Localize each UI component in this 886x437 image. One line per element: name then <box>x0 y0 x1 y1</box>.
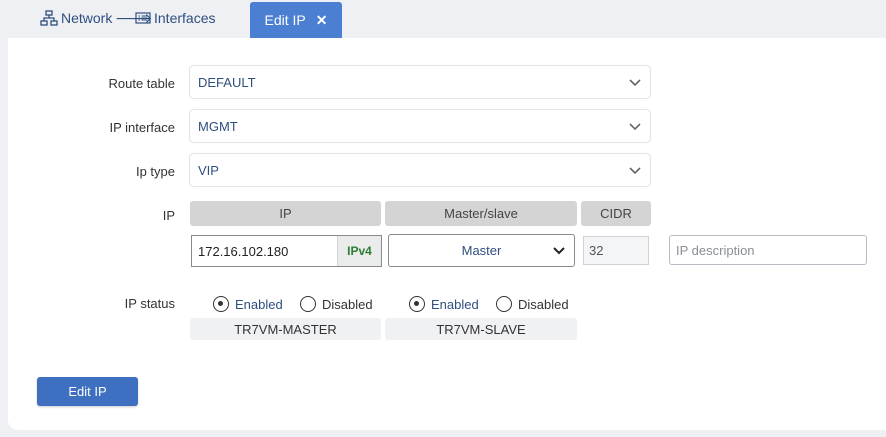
ip-version-badge: IPv4 <box>337 236 381 266</box>
master-slave-select[interactable]: Master <box>388 234 575 267</box>
tab-edit-ip-label: Edit IP <box>264 12 306 28</box>
chevron-down-icon <box>629 123 641 131</box>
tab-edit-ip[interactable]: Edit IP ✕ <box>250 2 342 38</box>
edit-ip-panel: Route table DEFAULT IP interface MGMT Ip… <box>8 38 886 430</box>
close-icon[interactable]: ✕ <box>316 12 328 29</box>
route-table-value: DEFAULT <box>198 74 256 90</box>
ip-type-label: Ip type <box>135 164 175 179</box>
cidr-value: 32 <box>589 243 604 258</box>
radio-unchecked-icon <box>496 296 512 312</box>
ip-column-header: IP <box>190 201 381 226</box>
chevron-down-icon <box>629 79 641 87</box>
master-slave-value: Master <box>461 243 502 258</box>
master-disabled-radio[interactable]: Disabled <box>300 296 373 312</box>
ip-address-input[interactable]: 172.16.102.180 IPv4 <box>191 235 382 267</box>
ip-address-value: 172.16.102.180 <box>198 243 289 259</box>
node-name-master: TR7VM-MASTER <box>190 318 381 340</box>
edit-ip-submit-button[interactable]: Edit IP <box>37 377 138 406</box>
top-bar: Network 🡒 Interfaces Edit IP ✕ <box>0 0 886 38</box>
slave-disabled-label: Disabled <box>518 296 569 312</box>
slave-disabled-radio[interactable]: Disabled <box>496 296 569 312</box>
master-slave-column-header: Master/slave <box>385 201 577 226</box>
ip-type-value: VIP <box>198 162 219 178</box>
ip-type-select[interactable]: VIP <box>189 153 651 187</box>
cidr-column-header: CIDR <box>581 201 651 226</box>
ip-interface-select[interactable]: MGMT <box>189 109 651 143</box>
slave-enabled-radio[interactable]: Enabled <box>409 296 479 312</box>
radio-unchecked-icon <box>300 296 316 312</box>
slave-enabled-label: Enabled <box>431 296 479 312</box>
radio-checked-icon <box>409 296 425 312</box>
master-enabled-radio[interactable]: Enabled <box>213 296 283 312</box>
master-enabled-label: Enabled <box>235 296 283 312</box>
ip-interface-label: IP interface <box>109 120 175 135</box>
route-table-label: Route table <box>108 76 176 91</box>
ip-description-input[interactable]: IP description <box>669 235 867 265</box>
breadcrumb-network[interactable]: Network <box>40 10 112 26</box>
cidr-input[interactable]: 32 <box>583 236 649 265</box>
breadcrumb-interfaces-label: Interfaces <box>154 10 216 26</box>
chevron-down-icon <box>629 167 641 175</box>
master-disabled-label: Disabled <box>322 296 373 312</box>
chevron-down-icon <box>553 247 565 255</box>
node-name-slave: TR7VM-SLAVE <box>385 318 577 340</box>
ip-description-placeholder: IP description <box>676 242 755 258</box>
route-table-select[interactable]: DEFAULT <box>189 65 651 99</box>
network-icon <box>40 10 58 26</box>
ip-interface-value: MGMT <box>198 118 238 134</box>
radio-checked-icon <box>213 296 229 312</box>
breadcrumb-network-label: Network <box>61 10 113 26</box>
ip-row-label: IP <box>162 208 175 223</box>
breadcrumb-interfaces[interactable]: Interfaces <box>135 10 215 26</box>
interfaces-icon <box>135 12 151 24</box>
ip-status-label: IP status <box>124 296 175 311</box>
